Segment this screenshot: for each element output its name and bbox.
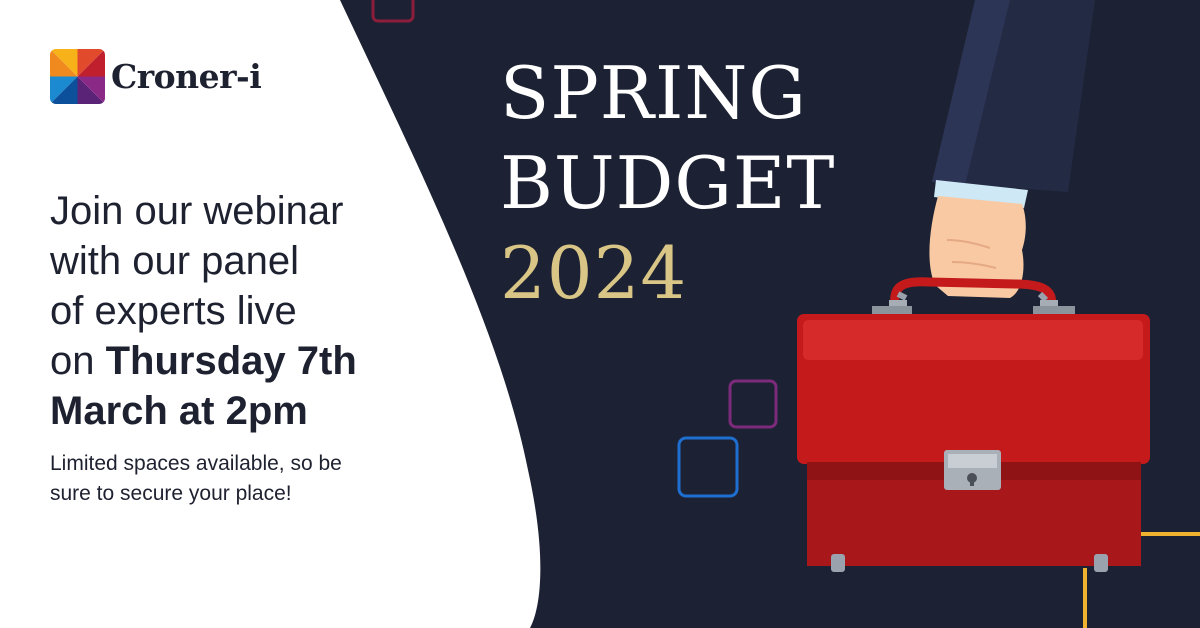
invite-on: on [50, 339, 106, 383]
briefcase-handle [872, 277, 1075, 314]
subtext-line-2: sure to secure your place! [50, 482, 292, 505]
briefcase-illustration [797, 314, 1150, 572]
headline-line-1: SPRING [500, 51, 807, 135]
deco-square-crimson [371, 0, 415, 23]
deco-square-blue [677, 436, 739, 498]
invite-line-2: with our panel [50, 239, 300, 283]
availability-note: Limited spaces available, so be sure to … [50, 449, 430, 509]
headline: SPRING BUDGET 2024 [500, 48, 835, 318]
sleeve-illustration [932, 0, 1095, 208]
webinar-invitation: Join our webinar with our panel of exper… [50, 186, 450, 436]
headline-line-2: BUDGET [500, 141, 836, 225]
croner-i-logo[interactable]: Croner-i [50, 49, 262, 104]
invite-line-1: Join our webinar [50, 189, 344, 233]
deco-square-purple [728, 379, 778, 429]
headline-year: 2024 [500, 231, 688, 315]
invite-line-3: of experts live [50, 289, 297, 333]
invite-line-4: on Thursday 7th [50, 336, 450, 386]
subtext-line-1: Limited spaces available, so be [50, 452, 342, 475]
webinar-date: Thursday 7th [105, 339, 357, 383]
brand-name: Croner-i [111, 57, 262, 96]
croner-i-logo-mark-icon [50, 49, 105, 104]
webinar-time: March at 2pm [50, 389, 308, 433]
